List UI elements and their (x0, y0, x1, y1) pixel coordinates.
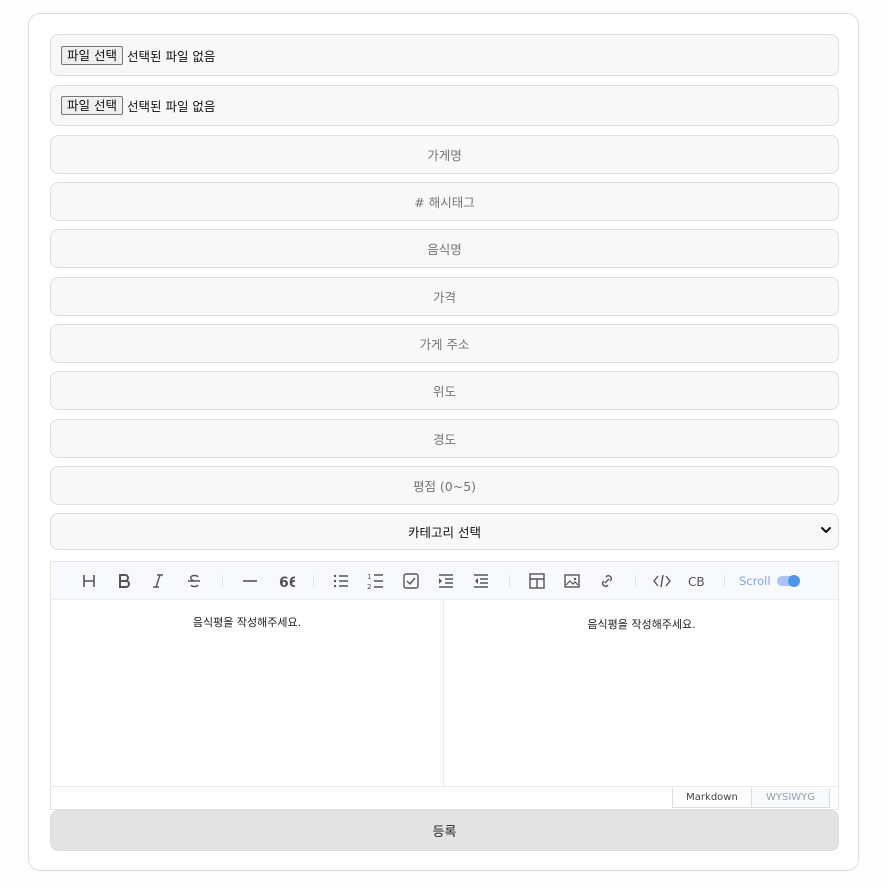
toolbar-divider (313, 575, 314, 587)
ordered-list-icon[interactable]: 12 (366, 571, 386, 591)
table-icon[interactable] (527, 571, 547, 591)
strike-icon[interactable] (184, 571, 204, 591)
heading-icon[interactable] (79, 571, 99, 591)
scroll-sync-toggle[interactable] (777, 575, 800, 587)
svg-text:2: 2 (367, 583, 371, 591)
italic-icon[interactable] (148, 571, 168, 591)
bold-icon[interactable] (114, 571, 134, 591)
rating-input[interactable]: 평점 (0~5) (50, 466, 839, 505)
chevron-down-icon (819, 523, 833, 537)
file-status-text: 선택된 파일 없음 (126, 48, 216, 64)
food-name-input[interactable]: 음식명 (50, 229, 839, 268)
svg-text:1: 1 (367, 573, 371, 581)
toolbar-divider (509, 575, 510, 587)
store-name-input[interactable]: 가게명 (50, 135, 839, 174)
image-icon[interactable] (562, 571, 582, 591)
task-list-icon[interactable] (401, 571, 421, 591)
toolbar-divider (724, 575, 725, 587)
code-icon[interactable] (652, 571, 672, 591)
tab-wysiwyg[interactable]: WYSIWYG (751, 788, 830, 808)
address-input[interactable]: 가게 주소 (50, 324, 839, 363)
toolbar-divider (635, 575, 636, 587)
scroll-sync-label: Scroll (739, 574, 771, 588)
image-file-input-1[interactable]: 파일 선택 선택된 파일 없음 (50, 34, 839, 76)
markdown-pane[interactable]: 음식평을 작성해주세요. (51, 600, 444, 786)
link-icon[interactable] (597, 571, 617, 591)
category-select[interactable]: 카테고리 선택 (50, 513, 839, 550)
markdown-editor: 66 12 CB Scroll 음식평을 작성해주세요. 음식평을 작성해주세요… (50, 561, 839, 810)
preview-pane: 음식평을 작성해주세요. (445, 600, 838, 786)
codeblock-icon[interactable]: CB (687, 571, 707, 591)
price-input[interactable]: 가격 (50, 277, 839, 316)
image-file-input-2[interactable]: 파일 선택 선택된 파일 없음 (50, 85, 839, 126)
review-form-card: 파일 선택 선택된 파일 없음 파일 선택 선택된 파일 없음 가게명 # 해시… (28, 13, 859, 871)
outdent-icon[interactable] (471, 571, 491, 591)
toolbar-divider (222, 575, 223, 587)
editor-mode-bar: Markdown WYSIWYG (51, 786, 838, 810)
choose-file-button[interactable]: 파일 선택 (61, 96, 123, 115)
markdown-placeholder: 음식평을 작성해주세요. (192, 616, 302, 629)
file-status-text: 선택된 파일 없음 (126, 99, 216, 114)
choose-file-button[interactable]: 파일 선택 (61, 45, 123, 65)
bullet-list-icon[interactable] (331, 571, 351, 591)
hashtag-input[interactable]: # 해시태그 (50, 182, 839, 221)
quote-icon[interactable]: 66 (275, 571, 295, 591)
preview-placeholder: 음식평을 작성해주세요. (587, 618, 696, 631)
tab-markdown[interactable]: Markdown (672, 788, 752, 808)
latitude-input[interactable]: 위도 (50, 371, 839, 410)
category-select-value: 카테고리 선택 (408, 525, 481, 540)
svg-text:66: 66 (279, 575, 295, 591)
svg-text:CB: CB (688, 575, 705, 589)
toggle-knob (788, 575, 800, 587)
editor-toolbar: 66 12 CB Scroll (51, 562, 838, 600)
indent-icon[interactable] (436, 571, 456, 591)
longitude-input[interactable]: 경도 (50, 419, 839, 458)
hr-icon[interactable] (240, 571, 260, 591)
submit-button[interactable]: 등록 (50, 810, 839, 851)
